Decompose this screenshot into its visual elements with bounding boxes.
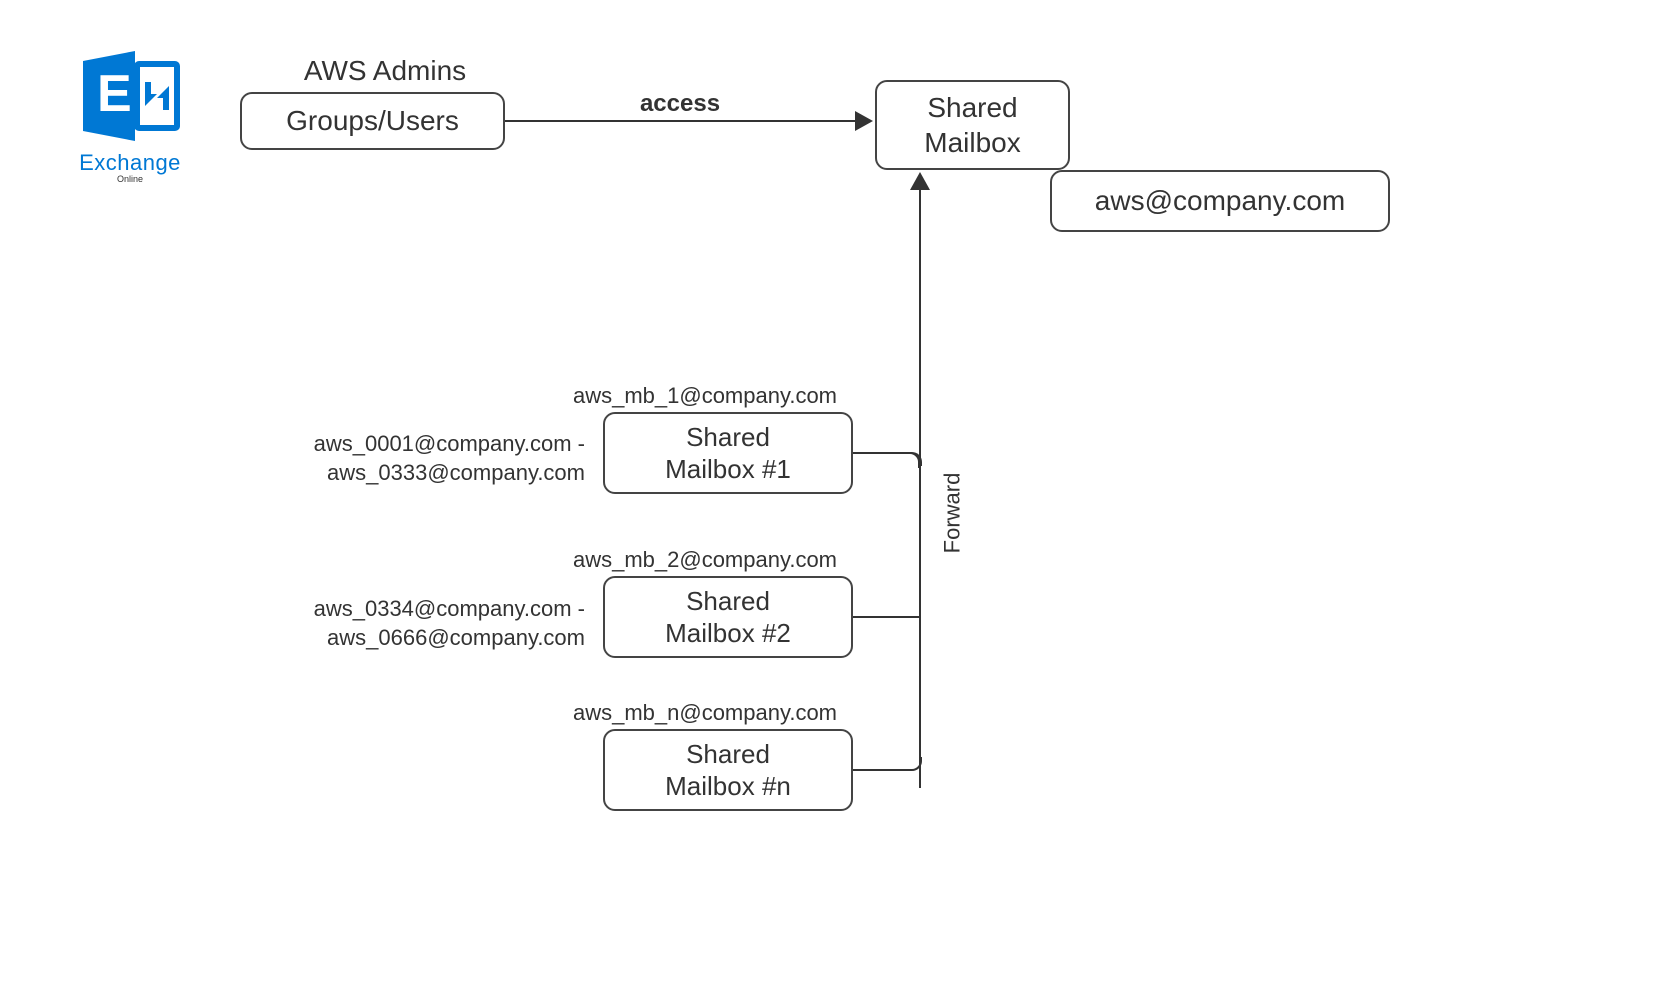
exchange-icon: E — [75, 46, 185, 146]
shared-mailbox-address-box: aws@company.com — [1050, 170, 1390, 232]
exchange-logo-text: Exchange — [79, 150, 181, 176]
mailbox-n-name: Shared Mailbox #n — [665, 738, 791, 803]
mailbox-1-range: aws_0001@company.com - aws_0333@company.… — [275, 430, 585, 487]
forward-label: Forward — [939, 473, 965, 554]
mailbox-n-connector-h — [853, 769, 908, 771]
shared-mailbox-main-label: Shared Mailbox — [924, 90, 1020, 160]
mailbox-2-range: aws_0334@company.com - aws_0666@company.… — [275, 595, 585, 652]
mailbox-1-name: Shared Mailbox #1 — [665, 421, 791, 486]
svg-text:E: E — [97, 65, 132, 123]
mailbox-1-address: aws_mb_1@company.com — [545, 383, 865, 409]
groups-users-box: Groups/Users — [240, 92, 505, 150]
mailbox-2-name: Shared Mailbox #2 — [665, 585, 791, 650]
mailbox-1-box: Shared Mailbox #1 — [603, 412, 853, 494]
mailbox-2-address: aws_mb_2@company.com — [545, 547, 865, 573]
access-arrow-head — [855, 111, 873, 131]
mailbox-2-box: Shared Mailbox #2 — [603, 576, 853, 658]
mailbox-n-box: Shared Mailbox #n — [603, 729, 853, 811]
shared-mailbox-main-box: Shared Mailbox — [875, 80, 1070, 170]
forward-trunk-lower — [919, 455, 921, 759]
access-label: access — [580, 90, 780, 118]
exchange-logo: E Exchange Online — [40, 30, 220, 200]
aws-admins-title: AWS Admins — [260, 55, 510, 87]
groups-users-label: Groups/Users — [286, 105, 459, 137]
mailbox-n-address: aws_mb_n@company.com — [545, 700, 865, 726]
forward-arrow-head — [910, 172, 930, 190]
exchange-logo-subtext: Online — [117, 174, 143, 184]
shared-mailbox-address: aws@company.com — [1095, 185, 1345, 217]
mailbox-2-connector — [853, 616, 920, 618]
access-arrow-line — [505, 120, 855, 122]
mailbox-1-connector-h — [853, 452, 908, 454]
